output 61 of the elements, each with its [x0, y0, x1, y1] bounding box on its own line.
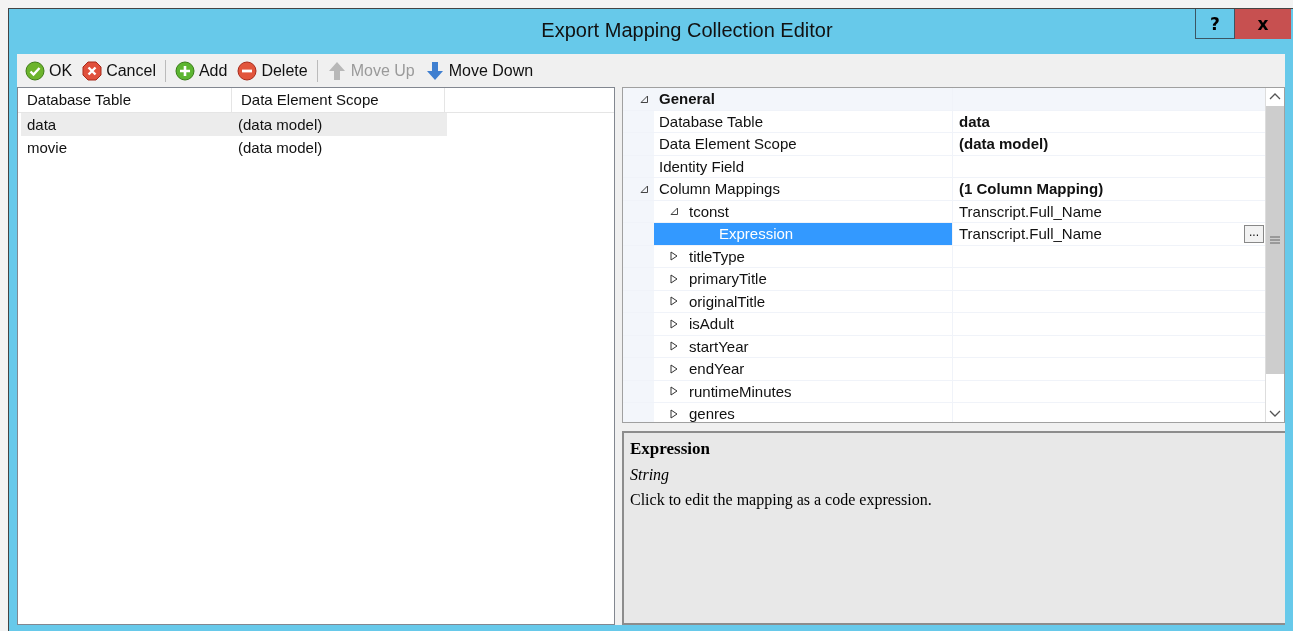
scrollbar[interactable] [1265, 88, 1284, 422]
property-label[interactable]: originalTitle [623, 290, 953, 312]
scrollbar-thumb[interactable] [1266, 106, 1284, 374]
delete-button[interactable]: Delete [233, 58, 312, 83]
list-row[interactable]: data (data model) [21, 113, 447, 136]
property-label[interactable]: isAdult [623, 313, 953, 335]
arrow-down-icon [424, 60, 445, 81]
add-icon [174, 60, 195, 81]
expanded-icon[interactable] [639, 93, 649, 104]
property-label[interactable]: runtimeMinutes [623, 380, 953, 402]
collapsed-icon[interactable] [669, 408, 679, 419]
grip-icon [1270, 236, 1280, 244]
close-button[interactable]: x [1235, 9, 1291, 39]
description-title: Expression [630, 439, 711, 459]
scroll-up-icon[interactable] [1266, 88, 1284, 106]
property-label[interactable]: Column Mappings [623, 178, 953, 200]
collapsed-icon[interactable] [669, 386, 679, 397]
property-label[interactable]: titleType [623, 245, 953, 267]
collapsed-icon[interactable] [669, 251, 679, 262]
scroll-down-icon[interactable] [1266, 404, 1284, 422]
ellipsis-button[interactable]: ... [1244, 224, 1264, 243]
collapsed-icon[interactable] [669, 363, 679, 374]
property-value: data [959, 112, 990, 130]
property-label[interactable]: Data Element Scope [623, 133, 953, 155]
column-header[interactable]: Database Table [18, 88, 232, 112]
table-cell-text: (data model) [237, 138, 324, 158]
collapsed-icon[interactable] [669, 318, 679, 329]
add-button[interactable]: Add [170, 58, 232, 83]
category-label[interactable]: General [623, 88, 953, 110]
table-cell-text: movie [26, 138, 68, 158]
ok-button[interactable]: OK [21, 58, 77, 83]
property-value: Transcript.Full_Name [959, 202, 1102, 220]
collapsed-icon[interactable] [669, 273, 679, 284]
property-label[interactable]: Database Table [623, 110, 953, 132]
check-icon [25, 60, 45, 81]
collapsed-icon[interactable] [669, 296, 679, 307]
help-button[interactable]: ? [1195, 9, 1235, 39]
minus-icon [237, 60, 258, 81]
description-type: String [630, 466, 671, 484]
table-cell-text: data [26, 115, 58, 135]
property-label[interactable]: startYear [623, 335, 953, 357]
expanded-icon[interactable] [639, 183, 649, 194]
expanded-icon[interactable] [669, 206, 679, 217]
property-label[interactable]: tconst [623, 200, 953, 222]
description-text: Click to edit the mapping as a code expression. [630, 491, 933, 509]
property-label[interactable]: primaryTitle [623, 268, 953, 290]
property-value: Transcript.Full_Name [959, 225, 1102, 243]
window-title: Export Mapping Collection Editor [540, 19, 834, 42]
property-value: (1 Column Mapping) [959, 180, 1104, 198]
property-label[interactable]: endYear [623, 358, 953, 380]
column-header[interactable]: Data Element Scope [232, 88, 445, 112]
collapsed-icon[interactable] [669, 341, 679, 352]
cancel-button[interactable]: Cancel [78, 58, 160, 83]
down-button[interactable]: Move Down [420, 58, 538, 83]
table-cell-text: (data model) [237, 115, 324, 135]
arrow-up-icon [326, 60, 347, 81]
cancel-icon [82, 60, 103, 81]
property-label[interactable]: genres [623, 403, 953, 422]
property-label[interactable]: Identity Field [623, 155, 953, 177]
property-value: (data model) [959, 135, 1049, 153]
list-row[interactable]: movie (data model) [21, 136, 447, 159]
